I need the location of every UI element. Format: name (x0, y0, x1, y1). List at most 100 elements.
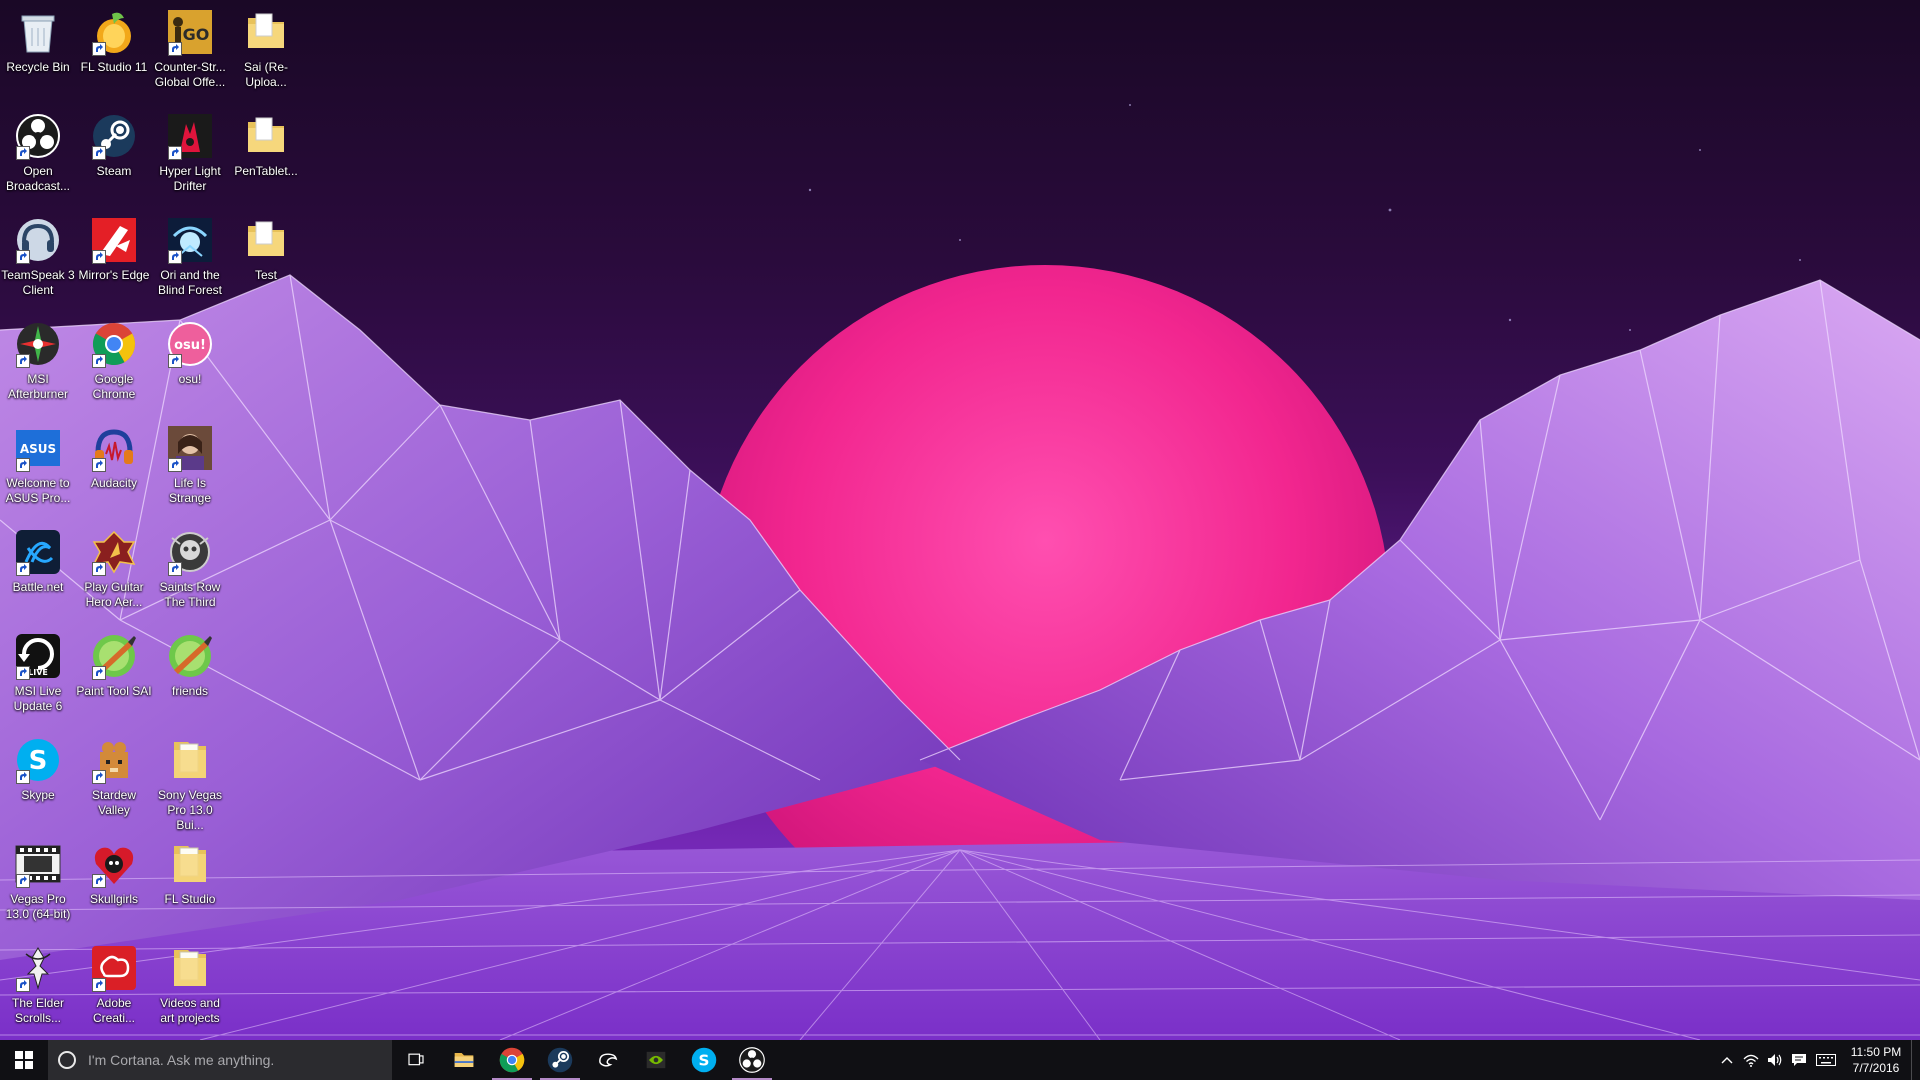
razer-taskbar-button[interactable] (584, 1040, 632, 1080)
desktop-icon-saints-row-the-third[interactable]: Saints Row The Third (152, 522, 228, 610)
desktop-icon-label: Videos and art projects (160, 996, 220, 1025)
desktop-icon-label: Sony Vegas Pro 13.0 Bui... (157, 788, 223, 832)
shortcut-arrow-icon (16, 770, 30, 784)
desktop-icon-msi-live-update-6[interactable]: LIVE MSI Live Update 6 (0, 626, 76, 714)
shortcut-arrow-icon (168, 458, 182, 472)
desktop-icon-life-is-strange[interactable]: Life Is Strange (152, 418, 228, 506)
chrome-icon (498, 1046, 526, 1074)
vegas-pro-icon (14, 840, 62, 888)
desktop-icon-pentablet[interactable]: PenTablet... (228, 106, 304, 179)
obs-icon (738, 1046, 766, 1074)
taskbar: I'm Cortana. Ask me anything. S 11:50 PM… (0, 1040, 1920, 1080)
cortana-search-box[interactable]: I'm Cortana. Ask me anything. (48, 1040, 392, 1080)
shortcut-arrow-icon (16, 978, 30, 992)
show-desktop-button[interactable] (1911, 1040, 1920, 1080)
file-explorer-icon (450, 1046, 478, 1074)
shortcut-arrow-icon (168, 146, 182, 160)
desktop-icon-friends[interactable]: friends (152, 626, 228, 699)
desktop-icon-label: Open Broadcast... (5, 164, 71, 193)
paint-tool-sai-icon (166, 632, 214, 680)
paint-tool-sai-icon (90, 632, 138, 680)
saints-row-icon (166, 528, 214, 576)
obs-taskbar-button[interactable] (728, 1040, 776, 1080)
start-button[interactable] (0, 1040, 48, 1080)
life-is-strange-icon (166, 424, 214, 472)
desktop-icon-label: Recycle Bin (6, 60, 70, 74)
desktop-icon-label: Steam (96, 164, 132, 178)
clock-button[interactable]: 11:50 PM 7/7/2016 (1841, 1040, 1911, 1080)
desktop-icon-sai-re-uploa[interactable]: Sai (Re-Uploa... (228, 2, 304, 90)
shortcut-arrow-icon (16, 666, 30, 680)
task-view-button[interactable] (392, 1040, 440, 1080)
desktop-icon-fl-studio[interactable]: FL Studio (152, 834, 228, 907)
steam-taskbar-button[interactable] (536, 1040, 584, 1080)
audacity-icon (90, 424, 138, 472)
notification-icon (1792, 1054, 1806, 1066)
desktop-icon-paint-tool-sai[interactable]: Paint Tool SAI (76, 626, 152, 699)
desktop-icon-mirror-s-edge[interactable]: Mirror's Edge (76, 210, 152, 283)
desktop-icon-label: Audacity (90, 476, 138, 490)
desktop-icon-audacity[interactable]: Audacity (76, 418, 152, 491)
desktop-icon-label: Mirror's Edge (78, 268, 150, 282)
recycle-bin-icon (14, 8, 62, 56)
desktop-icon-adobe-creati[interactable]: Adobe Creati... (76, 938, 152, 1026)
desktop-icon-open-broadcast[interactable]: Open Broadcast... (0, 106, 76, 194)
desktop-icon-label: MSI Afterburner (7, 372, 69, 401)
skype-icon: S (690, 1046, 718, 1074)
clock-date: 7/7/2016 (1852, 1061, 1900, 1075)
desktop[interactable]: Recycle Bin FL Studio 11 GO Counter-Str... … (0, 0, 1920, 1040)
shortcut-arrow-icon (92, 978, 106, 992)
desktop-icon-label: Counter-Str... Global Offe... (154, 60, 226, 89)
desktop-icon-test[interactable]: Test (228, 210, 304, 283)
desktop-icon-welcome-to-asus-pro[interactable]: ASUS Welcome to ASUS Pro... (0, 418, 76, 506)
desktop-icon-skullgirls[interactable]: Skullgirls (76, 834, 152, 907)
desktop-icon-label: Google Chrome (92, 372, 136, 401)
hyper-light-drifter-icon (166, 112, 214, 160)
desktop-icon-fl-studio-11[interactable]: FL Studio 11 (76, 2, 152, 75)
desktop-icon-teamspeak-3-client[interactable]: TeamSpeak 3 Client (0, 210, 76, 298)
desktop-icon-ori-and-the-blind-forest[interactable]: Ori and the Blind Forest (152, 210, 228, 298)
desktop-icon-label: friends (171, 684, 209, 698)
desktop-icon-label: Play Guitar Hero Aer... (84, 580, 144, 609)
desktop-icon-recycle-bin[interactable]: Recycle Bin (0, 2, 76, 75)
steam-icon (90, 112, 138, 160)
desktop-icon-steam[interactable]: Steam (76, 106, 152, 179)
network-button[interactable] (1739, 1040, 1763, 1080)
desktop-icon-hyper-light-drifter[interactable]: Hyper Light Drifter (152, 106, 228, 194)
nvidia-taskbar-button[interactable] (632, 1040, 680, 1080)
desktop-icon-label: osu! (178, 372, 202, 386)
desktop-icon-google-chrome[interactable]: Google Chrome (76, 314, 152, 402)
desktop-icon-skype[interactable]: S Skype (0, 730, 76, 803)
desktop-icon-the-elder-scrolls[interactable]: The Elder Scrolls... (0, 938, 76, 1026)
show-hidden-icons-button[interactable] (1715, 1040, 1739, 1080)
desktop-icon-videos-and-art-projects[interactable]: Videos and art projects (152, 938, 228, 1026)
desktop-icon-label: TeamSpeak 3 Client (1, 268, 75, 297)
desktop-icon-label: Adobe Creati... (92, 996, 135, 1025)
desktop-icon-label: Skullgirls (89, 892, 138, 906)
folder-doc-icon (166, 840, 214, 888)
volume-button[interactable] (1763, 1040, 1787, 1080)
svg-text:GO: GO (183, 25, 210, 44)
touch-keyboard-button[interactable] (1811, 1040, 1841, 1080)
desktop-icon-osu[interactable]: osu! osu! (152, 314, 228, 387)
svg-text:LIVE: LIVE (28, 668, 48, 677)
shortcut-arrow-icon (168, 354, 182, 368)
desktop-icon-msi-afterburner[interactable]: MSI Afterburner (0, 314, 76, 402)
desktop-icon-label: Paint Tool SAI (76, 684, 152, 698)
desktop-icon-battle-net[interactable]: Battle.net (0, 522, 76, 595)
desktop-icon-counter-str-global-offe[interactable]: GO Counter-Str... Global Offe... (152, 2, 228, 90)
shortcut-arrow-icon (168, 562, 182, 576)
shortcut-arrow-icon (92, 146, 106, 160)
desktop-icon-stardew-valley[interactable]: Stardew Valley (76, 730, 152, 818)
desktop-icon-sony-vegas-pro-13-0-bui[interactable]: Sony Vegas Pro 13.0 Bui... (152, 730, 228, 833)
skype-taskbar-button[interactable]: S (680, 1040, 728, 1080)
shortcut-arrow-icon (16, 250, 30, 264)
desktop-icon-play-guitar-hero-aer[interactable]: Play Guitar Hero Aer... (76, 522, 152, 610)
csgo-icon: GO (166, 8, 214, 56)
desktop-icon-label: Hyper Light Drifter (159, 164, 221, 193)
file-explorer-button[interactable] (440, 1040, 488, 1080)
chrome-taskbar-button[interactable] (488, 1040, 536, 1080)
mirrors-edge-icon (90, 216, 138, 264)
action-center-button[interactable] (1787, 1040, 1811, 1080)
desktop-icon-vegas-pro-13-0-64-bit[interactable]: Vegas Pro 13.0 (64-bit) (0, 834, 76, 922)
